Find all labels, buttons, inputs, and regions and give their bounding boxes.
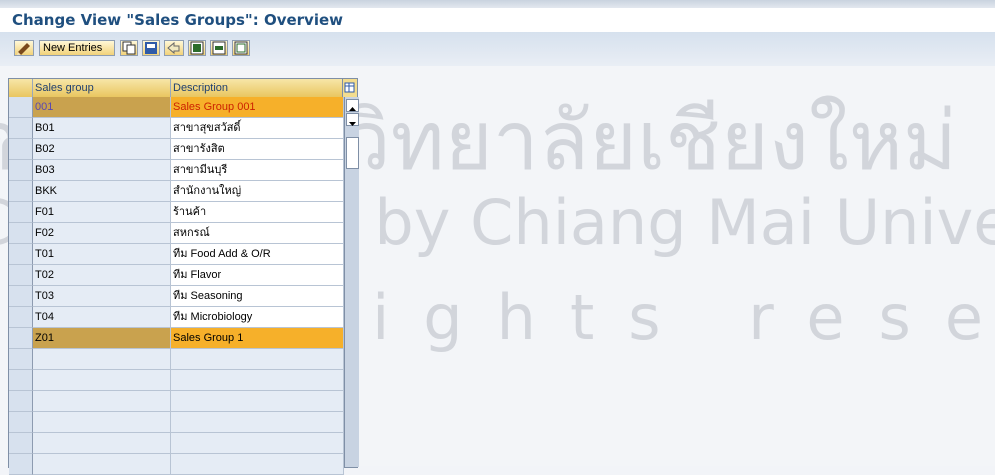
empty-cell <box>33 433 171 454</box>
row-selector[interactable] <box>9 412 33 433</box>
table-row[interactable] <box>33 433 344 454</box>
save-icon[interactable] <box>142 40 160 56</box>
table-header: Sales group Description <box>9 79 357 98</box>
empty-cell <box>171 433 344 454</box>
empty-cell <box>33 349 171 370</box>
cell-sales-group[interactable]: T03 <box>33 286 171 307</box>
header-select-all[interactable] <box>9 79 33 97</box>
edit-icon[interactable] <box>14 40 34 56</box>
cell-description[interactable]: ทีม Flavor <box>171 265 344 286</box>
title-bar: Change View "Sales Groups": Overview <box>0 8 995 32</box>
column-header-sales-group[interactable]: Sales group <box>33 79 171 97</box>
empty-cell <box>171 412 344 433</box>
row-selector[interactable] <box>9 370 33 391</box>
cell-description[interactable]: Sales Group 001 <box>171 97 344 118</box>
row-selector[interactable] <box>9 118 33 139</box>
row-selector[interactable] <box>9 160 33 181</box>
table-row[interactable]: T01 ทีม Food Add & O/R <box>33 244 344 265</box>
deselect-all-icon[interactable] <box>232 40 250 56</box>
cell-description[interactable]: ทีม Microbiology <box>171 307 344 328</box>
table-row[interactable] <box>33 454 344 475</box>
empty-cell <box>171 454 344 475</box>
empty-cell <box>33 412 171 433</box>
column-header-description[interactable]: Description <box>171 79 344 97</box>
row-selector[interactable] <box>9 244 33 265</box>
cell-sales-group[interactable]: B03 <box>33 160 171 181</box>
row-selector[interactable] <box>9 223 33 244</box>
table-row[interactable]: F01 ร้านค้า <box>33 202 344 223</box>
cell-description[interactable]: สาขามีนบุรี <box>171 160 344 181</box>
copy-icon[interactable] <box>120 40 138 56</box>
table-row[interactable] <box>33 370 344 391</box>
row-selector[interactable] <box>9 97 33 118</box>
table-row[interactable] <box>33 349 344 370</box>
empty-cell <box>33 454 171 475</box>
table-row[interactable]: T04 ทีม Microbiology <box>33 307 344 328</box>
cell-sales-group[interactable]: F02 <box>33 223 171 244</box>
vertical-scrollbar[interactable] <box>344 97 359 467</box>
table-settings-icon[interactable] <box>342 79 357 97</box>
cell-description[interactable]: ร้านค้า <box>171 202 344 223</box>
cell-description[interactable]: สาขารังสิต <box>171 139 344 160</box>
cell-sales-group[interactable]: T01 <box>33 244 171 265</box>
new-entries-button[interactable]: New Entries <box>39 40 115 56</box>
empty-cell <box>33 391 171 412</box>
cell-sales-group[interactable]: Z01 <box>33 328 171 349</box>
table-row[interactable]: F02 สหกรณ์ <box>33 223 344 244</box>
table-row[interactable]: B03 สาขามีนบุรี <box>33 160 344 181</box>
cell-description[interactable]: ทีม Seasoning <box>171 286 344 307</box>
empty-cell <box>33 370 171 391</box>
cell-description[interactable]: สาขาสุขสวัสดิ์ <box>171 118 344 139</box>
scroll-up-icon[interactable] <box>346 99 359 112</box>
row-selector[interactable] <box>9 328 33 349</box>
row-selector[interactable] <box>9 139 33 160</box>
cell-sales-group[interactable]: BKK <box>33 181 171 202</box>
row-selector[interactable] <box>9 349 33 370</box>
row-selector[interactable] <box>9 286 33 307</box>
row-selector[interactable] <box>9 433 33 454</box>
table-row[interactable]: T02 ทีม Flavor <box>33 265 344 286</box>
select-block-icon[interactable] <box>210 40 228 56</box>
row-selector[interactable] <box>9 202 33 223</box>
application-toolbar: New Entries <box>0 32 995 67</box>
cell-description[interactable]: ทีม Food Add & O/R <box>171 244 344 265</box>
scroll-thumb[interactable] <box>346 137 359 169</box>
scroll-down-icon[interactable] <box>346 113 359 126</box>
cell-description[interactable]: Sales Group 1 <box>171 328 344 349</box>
cell-sales-group[interactable]: B02 <box>33 139 171 160</box>
content-area: ลิขสิทธิ์มหาวิทยาลัยเชียงใหม่ Copyright … <box>0 66 995 475</box>
table-row[interactable]: T03 ทีม Seasoning <box>33 286 344 307</box>
cell-sales-group[interactable]: B01 <box>33 118 171 139</box>
cell-sales-group[interactable]: F01 <box>33 202 171 223</box>
table-row[interactable]: B02 สาขารังสิต <box>33 139 344 160</box>
row-selector[interactable] <box>9 454 33 475</box>
cell-sales-group[interactable]: T02 <box>33 265 171 286</box>
table-control: Sales group Description 001 Sales Group 0… <box>8 78 359 475</box>
empty-cell <box>171 370 344 391</box>
select-all-icon[interactable] <box>188 40 206 56</box>
row-selector[interactable] <box>9 391 33 412</box>
empty-cell <box>171 391 344 412</box>
empty-cell <box>171 349 344 370</box>
row-selector[interactable] <box>9 265 33 286</box>
page-title: Change View "Sales Groups": Overview <box>12 11 344 29</box>
table-row[interactable] <box>33 412 344 433</box>
table-row[interactable] <box>33 391 344 412</box>
table-row[interactable]: B01 สาขาสุขสวัสดิ์ <box>33 118 344 139</box>
table-row[interactable]: 001 Sales Group 001 <box>33 97 344 118</box>
row-selector[interactable] <box>9 307 33 328</box>
table-row[interactable]: Z01 Sales Group 1 <box>33 328 344 349</box>
cell-sales-group[interactable]: 001 <box>33 97 171 118</box>
cell-description[interactable]: สหกรณ์ <box>171 223 344 244</box>
cell-sales-group[interactable]: T04 <box>33 307 171 328</box>
cell-description[interactable]: สำนักงานใหญ่ <box>171 181 344 202</box>
row-selector[interactable] <box>9 181 33 202</box>
table-row[interactable]: BKK สำนักงานใหญ่ <box>33 181 344 202</box>
undo-icon[interactable] <box>164 40 184 56</box>
